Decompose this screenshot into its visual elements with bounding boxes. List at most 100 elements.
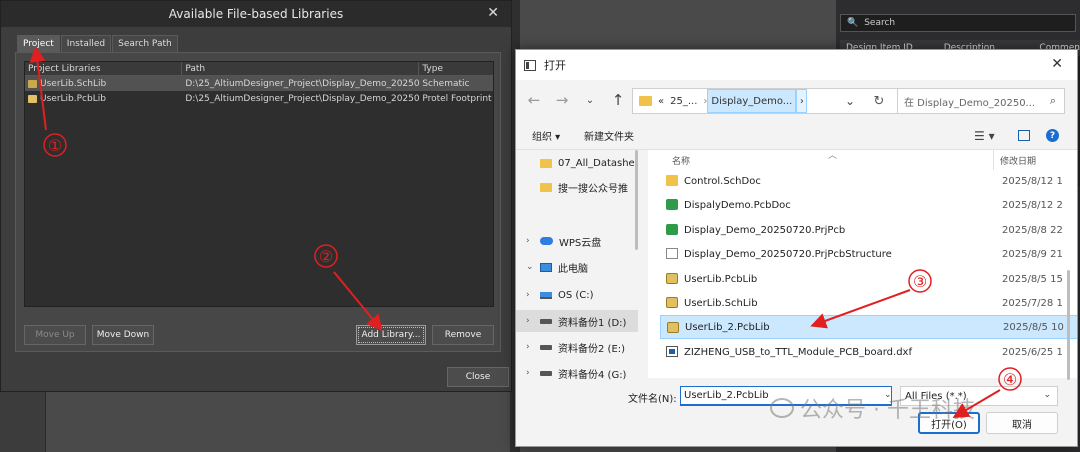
address-prefix: « xyxy=(658,95,665,107)
library-tabs: Project Installed Search Path xyxy=(17,35,179,52)
cancel-button[interactable]: 取消 xyxy=(986,412,1058,434)
back-arrow-icon[interactable]: ← xyxy=(520,91,548,109)
column-date-modified[interactable]: 修改日期 xyxy=(1000,154,1036,167)
search-input[interactable]: 在 Display_Demo_20250... ⌕ xyxy=(897,88,1065,114)
address-dropdown-icon[interactable]: ⌄ xyxy=(836,88,864,114)
up-arrow-icon[interactable]: ↑ xyxy=(604,91,632,109)
navigation-pane: 07_All_Datashe 搜一搜公众号推 › WPS云盘 ⌄ 此电脑 › OS (… xyxy=(516,150,638,385)
cloud-icon xyxy=(540,237,553,245)
library-path: D:\25_AltiumDesigner_Project\Display_Dem… xyxy=(185,93,420,104)
sidebar-item-search[interactable]: 搜一搜公众号推 xyxy=(516,176,638,198)
sidebar-item-wps-cloud[interactable]: › WPS云盘 xyxy=(516,230,638,252)
file-date: 2025/6/25 1 xyxy=(1002,346,1063,358)
library-type: Schematic xyxy=(422,78,470,89)
prjpcb-file-icon xyxy=(666,224,678,235)
breadcrumb-chevron-icon[interactable]: › xyxy=(796,89,808,113)
table-row[interactable]: UserLib.PcbLib D:\25_AltiumDesigner_Proj… xyxy=(25,91,493,106)
chevron-right-icon[interactable]: › xyxy=(526,290,540,300)
file-row-selected[interactable]: UserLib_2.PcbLib 2025/8/5 10 xyxy=(660,315,1077,339)
tab-search-path[interactable]: Search Path xyxy=(112,35,178,52)
pc-icon xyxy=(540,262,552,272)
open-dialog-title-bar: 打开 ✕ xyxy=(516,50,1077,80)
table-row[interactable]: UserLib.SchLib D:\25_AltiumDesigner_Proj… xyxy=(25,76,493,91)
forward-arrow-icon[interactable]: → xyxy=(548,91,576,109)
search-placeholder: 在 Display_Demo_20250... xyxy=(904,97,1036,109)
remove-button[interactable]: Remove xyxy=(432,325,494,345)
add-library-button[interactable]: Add Library... xyxy=(356,325,426,345)
breadcrumb-parent[interactable]: 25_... xyxy=(670,96,697,107)
file-row[interactable]: UserLib.PcbLib 2025/8/5 15 xyxy=(660,267,1077,291)
file-name: UserLib.SchLib xyxy=(684,297,758,309)
sidebar-item-label: 此电脑 xyxy=(558,263,588,275)
sidebar-item-datasheet[interactable]: 07_All_Datashe xyxy=(516,152,638,174)
view-options-icon[interactable]: ☰ ▾ xyxy=(974,129,995,143)
file-row[interactable]: DispalyDemo.PcbDoc 2025/8/12 2 xyxy=(660,193,1077,217)
refresh-icon[interactable]: ↻ xyxy=(866,88,892,114)
chevron-right-icon[interactable]: › xyxy=(526,236,540,246)
organize-button[interactable]: 组织 ▾ xyxy=(532,128,560,143)
drive-icon xyxy=(540,318,552,324)
library-search-box[interactable]: 🔍 Search xyxy=(840,14,1076,32)
search-label: Search xyxy=(864,18,896,28)
pcblib-file-icon xyxy=(666,273,678,284)
navigation-scrollbar[interactable] xyxy=(635,150,638,250)
project-libraries-panel: Project Libraries Path Type UserLib.SchL… xyxy=(15,52,501,352)
help-icon[interactable]: ? xyxy=(1046,129,1059,142)
sidebar-item-drive-d[interactable]: › 资料备份1 (D:) xyxy=(516,310,638,332)
document-file-icon xyxy=(666,248,678,259)
recent-chevron-icon[interactable]: ⌄ xyxy=(576,95,604,106)
column-project-libraries[interactable]: Project Libraries xyxy=(25,62,183,75)
sidebar-item-this-pc[interactable]: ⌄ 此电脑 xyxy=(516,256,638,278)
sidebar-item-label: 搜一搜公众号推 xyxy=(558,183,628,195)
sidebar-item-label: 资料备份4 (G:) xyxy=(558,369,627,381)
chevron-right-icon[interactable]: › xyxy=(526,316,540,326)
folder-icon xyxy=(639,96,652,106)
file-list-scrollbar[interactable] xyxy=(1067,270,1070,380)
file-date: 2025/8/12 2 xyxy=(1002,199,1063,211)
dialog-title-bar: Available File-based Libraries ✕ xyxy=(1,1,511,27)
chevron-right-icon[interactable]: › xyxy=(526,342,540,352)
file-date: 2025/8/12 1 xyxy=(1002,175,1063,187)
pcblib-icon xyxy=(28,94,37,103)
tab-project[interactable]: Project xyxy=(17,35,60,52)
file-row[interactable]: Control.SchDoc 2025/8/12 1 xyxy=(660,169,1077,193)
schlib-icon xyxy=(28,79,37,88)
available-libraries-dialog: Available File-based Libraries ✕ Project… xyxy=(0,0,512,392)
move-up-button[interactable]: Move Up xyxy=(24,325,86,345)
file-date: 2025/7/28 1 xyxy=(1002,297,1063,309)
file-row[interactable]: ZIZHENG_USB_to_TTL_Module_PCB_board.dxf … xyxy=(660,340,1077,364)
new-folder-button[interactable]: 新建文件夹 xyxy=(584,128,634,143)
dialog-title: Available File-based Libraries xyxy=(168,7,344,21)
preview-pane-icon[interactable] xyxy=(1018,130,1030,141)
column-path[interactable]: Path xyxy=(182,62,420,75)
filename-label: 文件名(N): xyxy=(628,394,677,405)
sidebar-item-os-c[interactable]: › OS (C:) xyxy=(516,284,638,306)
file-row[interactable]: Display_Demo_20250720.PrjPcb 2025/8/8 22 xyxy=(660,218,1077,242)
file-name: Display_Demo_20250720.PrjPcb xyxy=(684,224,846,236)
close-button[interactable]: Close xyxy=(447,367,509,387)
file-row[interactable]: UserLib.SchLib 2025/7/28 1 xyxy=(660,291,1077,315)
close-icon[interactable]: ✕ xyxy=(487,5,499,21)
sidebar-item-drive-e[interactable]: › 资料备份2 (E:) xyxy=(516,336,638,358)
library-name: UserLib.PcbLib xyxy=(40,93,106,104)
dxf-file-icon xyxy=(666,346,678,357)
chevron-down-icon: ⌄ xyxy=(1043,390,1051,400)
watermark: 公众号 · 千王科技 xyxy=(770,392,975,424)
chevron-down-icon[interactable]: ⌄ xyxy=(526,262,540,272)
file-name: Display_Demo_20250720.PrjPcbStructure xyxy=(684,248,892,260)
table-header: Project Libraries Path Type xyxy=(25,62,493,76)
folder-icon xyxy=(540,182,552,192)
sidebar-item-label: 07_All_Datashe xyxy=(558,157,635,169)
breadcrumb-current[interactable]: Display_Demo... xyxy=(707,89,797,113)
column-type[interactable]: Type xyxy=(419,62,493,75)
column-name[interactable]: 名称 xyxy=(672,154,690,167)
chevron-right-icon[interactable]: › xyxy=(526,368,540,378)
file-name: UserLib.PcbLib xyxy=(684,273,758,285)
move-down-button[interactable]: Move Down xyxy=(92,325,154,345)
tab-installed[interactable]: Installed xyxy=(60,35,112,52)
library-path: D:\25_AltiumDesigner_Project\Display_Dem… xyxy=(185,78,420,89)
pcblib-file-icon xyxy=(667,322,679,333)
file-row[interactable]: Display_Demo_20250720.PrjPcbStructure 20… xyxy=(660,242,1077,266)
sidebar-item-drive-g[interactable]: › 资料备份4 (G:) xyxy=(516,362,638,384)
close-icon[interactable]: ✕ xyxy=(1051,56,1063,72)
